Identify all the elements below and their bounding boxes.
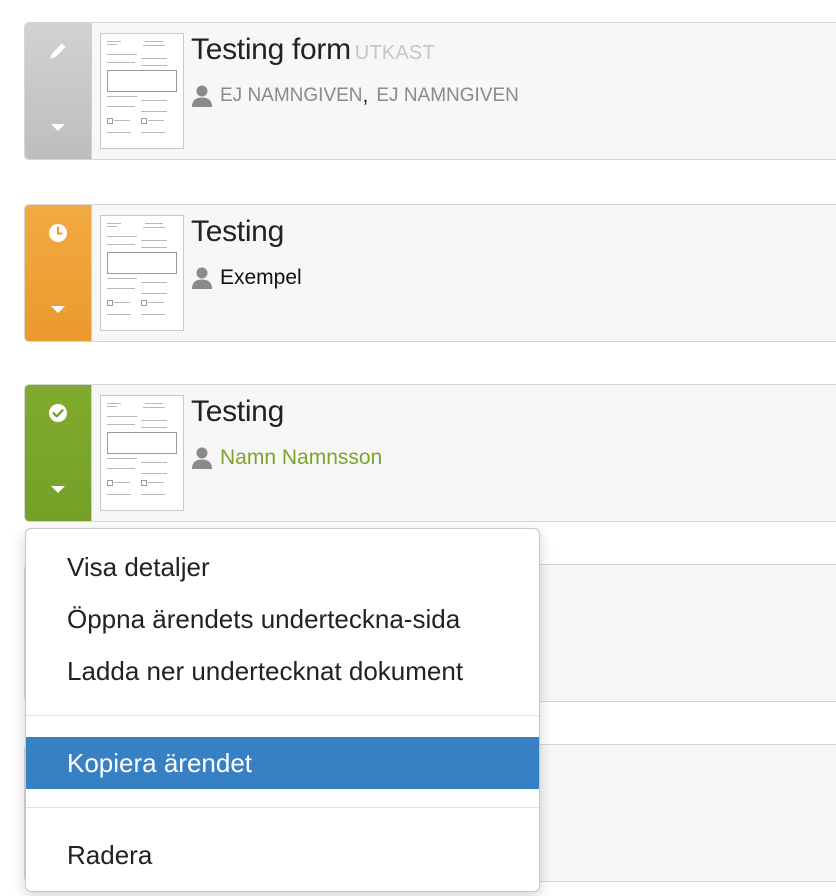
chevron-down-icon[interactable] bbox=[51, 306, 65, 313]
status-column-pending[interactable] bbox=[25, 205, 92, 341]
pencil-icon bbox=[47, 40, 69, 62]
menu-item-open-sign-page[interactable]: Öppna ärendets underteckna-sida bbox=[26, 593, 539, 645]
case-title-text[interactable]: Testing bbox=[191, 395, 284, 428]
check-circle-icon bbox=[47, 402, 69, 424]
clock-icon bbox=[47, 222, 69, 244]
signer-name: EJ NAMNGIVEN bbox=[220, 85, 363, 106]
case-card-pending[interactable]: Testing Exempel bbox=[24, 204, 836, 342]
case-info: Testing Namn Namnsson bbox=[191, 395, 382, 470]
person-icon bbox=[192, 447, 212, 469]
signer-list: EJ NAMNGIVEN , EJ NAMNGIVEN bbox=[191, 84, 519, 108]
menu-item-delete[interactable]: Radera bbox=[26, 829, 539, 881]
menu-item-download-signed[interactable]: Ladda ner undertecknat dokument bbox=[26, 645, 539, 697]
menu-divider bbox=[26, 807, 539, 808]
case-title[interactable]: Testing bbox=[191, 215, 302, 249]
document-thumbnail[interactable] bbox=[100, 395, 184, 511]
chevron-down-icon[interactable] bbox=[51, 486, 65, 493]
person-icon bbox=[192, 85, 212, 107]
signer-name: Exempel bbox=[220, 266, 302, 289]
case-title-text[interactable]: Testing bbox=[191, 215, 284, 248]
signer-name: Namn Namnsson bbox=[220, 446, 383, 469]
menu-item-show-details[interactable]: Visa detaljer bbox=[26, 541, 539, 593]
case-card-draft[interactable]: Testing form UTKAST EJ NAMNGIVEN , EJ NAM… bbox=[24, 22, 836, 160]
case-context-menu: Visa detaljer Öppna ärendets underteckna… bbox=[25, 528, 540, 892]
document-thumbnail[interactable] bbox=[100, 215, 184, 331]
case-title[interactable]: Testing bbox=[191, 395, 382, 429]
case-info: Testing form UTKAST EJ NAMNGIVEN , EJ NAM… bbox=[191, 33, 519, 108]
case-title-text[interactable]: Testing form bbox=[191, 33, 351, 66]
status-column-signed[interactable] bbox=[25, 385, 92, 521]
case-info: Testing Exempel bbox=[191, 215, 302, 290]
person-icon bbox=[192, 267, 212, 289]
signer-separator: , bbox=[362, 84, 369, 107]
case-title[interactable]: Testing form UTKAST bbox=[191, 33, 519, 67]
menu-item-copy-case[interactable]: Kopiera ärendet bbox=[26, 737, 539, 789]
signer-name: EJ NAMNGIVEN bbox=[376, 85, 519, 106]
case-card-signed[interactable]: Testing Namn Namnsson bbox=[24, 384, 836, 522]
signer-list: Namn Namnsson bbox=[191, 446, 382, 470]
menu-divider bbox=[26, 715, 539, 716]
document-thumbnail[interactable] bbox=[100, 33, 184, 149]
draft-badge: UTKAST bbox=[354, 42, 435, 64]
status-column-draft[interactable] bbox=[25, 23, 92, 159]
chevron-down-icon[interactable] bbox=[51, 124, 65, 131]
signer-list: Exempel bbox=[191, 266, 302, 290]
case-list-page: Testing form UTKAST EJ NAMNGIVEN , EJ NAM… bbox=[0, 0, 836, 896]
